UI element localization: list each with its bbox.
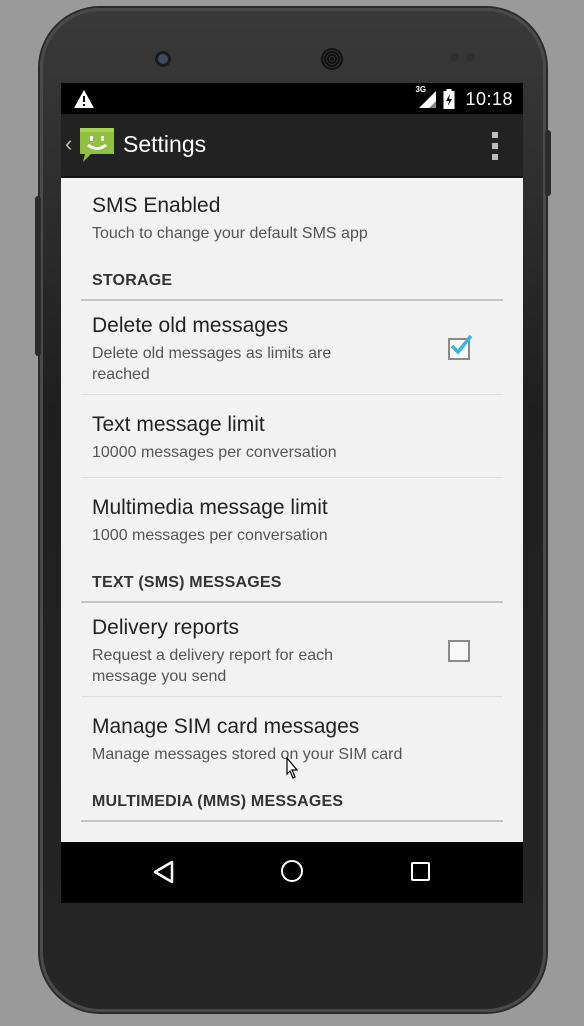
pref-title: SMS Enabled: [92, 194, 221, 217]
settings-list[interactable]: SMS Enabled Touch to change your default…: [61, 178, 523, 842]
category-divider: [81, 601, 503, 603]
home-nav-icon[interactable]: [281, 860, 303, 882]
checkmark-icon: [450, 334, 473, 355]
row-divider: [81, 394, 503, 395]
pref-summary: Touch to change your default SMS app: [92, 225, 368, 242]
category-header-storage: STORAGE: [92, 272, 173, 289]
proximity-sensor: [450, 53, 459, 62]
pref-title: Manage SIM card messages: [92, 715, 360, 738]
overflow-menu-icon[interactable]: [491, 132, 499, 160]
pref-delete-old-messages[interactable]: Delete old messages Delete old messages …: [92, 314, 502, 385]
status-icons: 3G 10:18: [415, 85, 513, 111]
recents-nav-icon[interactable]: [411, 862, 430, 881]
category-header-sms: TEXT (SMS) MESSAGES: [92, 574, 282, 591]
warning-icon: [74, 90, 94, 108]
pref-title: Multimedia message limit: [92, 496, 328, 519]
pref-text-message-limit[interactable]: Text message limit 10000 messages per co…: [92, 413, 502, 463]
status-clock: 10:18: [465, 88, 513, 109]
pref-multimedia-message-limit[interactable]: Multimedia message limit 1000 messages p…: [92, 496, 502, 546]
light-sensor: [466, 53, 475, 62]
pref-title: Delivery reports: [92, 616, 240, 639]
pref-summary: 10000 messages per conversation: [92, 444, 337, 461]
row-divider: [81, 477, 503, 478]
signal-icon: 3G: [415, 85, 437, 109]
navigation-bar: [61, 842, 523, 903]
delete-old-messages-checkbox[interactable]: [448, 334, 473, 360]
pref-title: Delete old messages: [92, 314, 289, 337]
status-bar: 3G 10:18: [61, 83, 523, 114]
back-nav-icon[interactable]: [151, 859, 177, 885]
network-type-label: 3G: [415, 85, 427, 94]
page-title: Settings: [123, 131, 207, 157]
pref-sms-enabled[interactable]: SMS Enabled Touch to change your default…: [92, 194, 502, 244]
pref-summary-line: Delete old messages as limits are: [92, 345, 332, 362]
up-chevron-icon[interactable]: ‹: [65, 131, 72, 157]
battery-icon: [443, 89, 455, 109]
delivery-reports-checkbox[interactable]: [448, 640, 470, 662]
pref-summary: Request a delivery report for each messa…: [92, 645, 502, 687]
pref-summary-line: reached: [92, 366, 150, 383]
messaging-app-icon[interactable]: [77, 124, 117, 164]
mouse-cursor-icon: [286, 757, 299, 779]
pref-delivery-reports[interactable]: Delivery reports Request a delivery repo…: [92, 616, 502, 687]
power-button: [545, 130, 551, 196]
pref-summary: Delete old messages as limits are reache…: [92, 343, 502, 385]
category-divider: [81, 820, 503, 822]
pref-summary-line: message you send: [92, 668, 227, 685]
pref-title: Text message limit: [92, 413, 265, 436]
volume-button: [35, 196, 41, 356]
earpiece-speaker: [321, 48, 343, 70]
pref-summary-line: Request a delivery report for each: [92, 647, 334, 664]
row-divider: [81, 696, 503, 697]
category-divider: [81, 299, 503, 301]
pref-summary: 1000 messages per conversation: [92, 527, 328, 544]
front-camera: [158, 54, 168, 64]
category-header-mms: MULTIMEDIA (MMS) MESSAGES: [92, 793, 344, 810]
action-bar: ‹ Settings: [61, 114, 523, 178]
